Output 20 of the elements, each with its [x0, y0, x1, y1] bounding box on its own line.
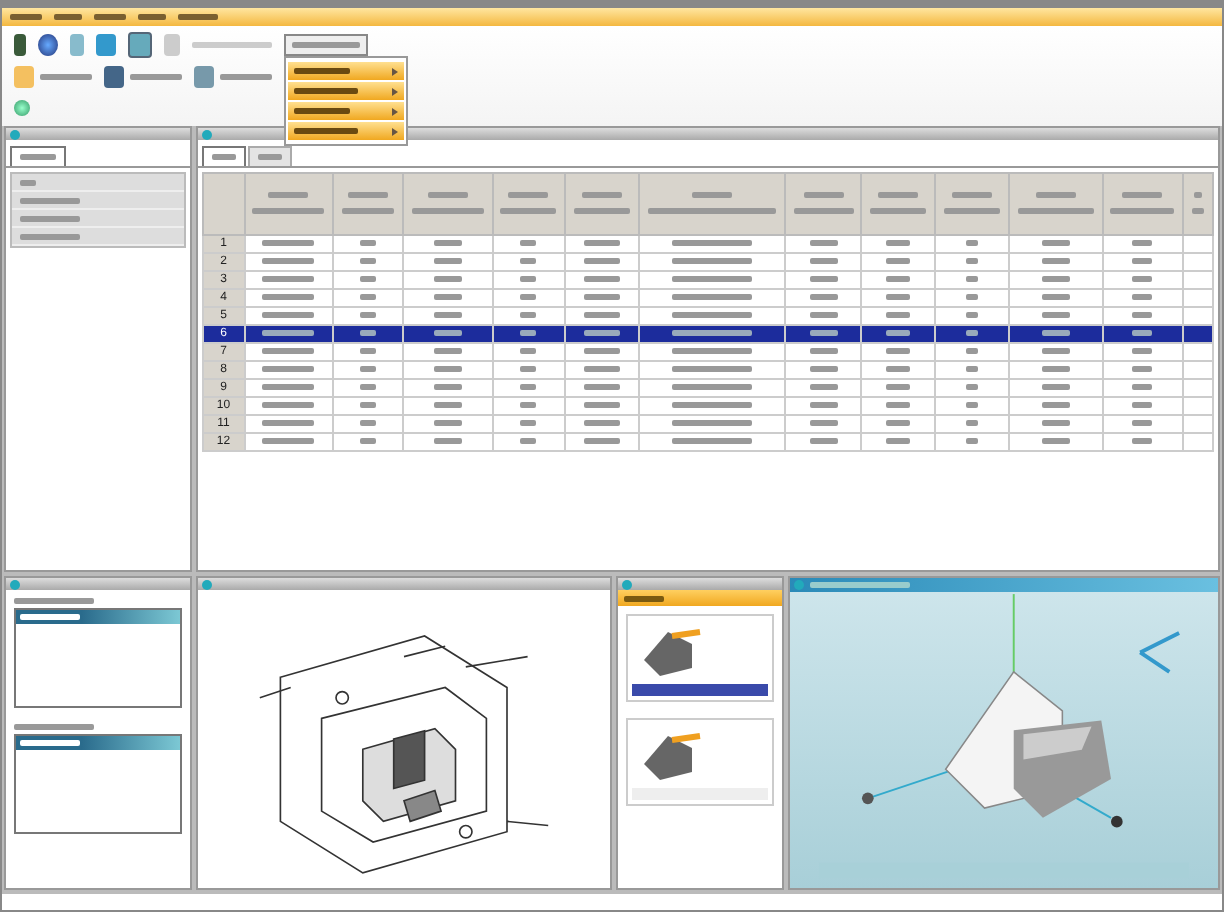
menu-item[interactable] [288, 82, 404, 100]
tab[interactable] [248, 146, 292, 166]
caret-icon [392, 67, 398, 75]
part-thumbnail[interactable] [626, 614, 774, 702]
toolbar-button[interactable] [194, 65, 272, 88]
toolbar-button[interactable] [104, 65, 182, 88]
menu-item[interactable] [288, 122, 404, 140]
tab[interactable] [10, 146, 66, 166]
list-item[interactable] [16, 736, 180, 750]
menu-item[interactable] [288, 102, 404, 120]
menu-item[interactable] [288, 62, 404, 80]
part-thumbnail[interactable] [626, 718, 774, 806]
caret-icon [392, 127, 398, 135]
caret-icon [392, 87, 398, 95]
tab[interactable] [202, 146, 246, 166]
list-item[interactable] [16, 610, 180, 624]
dropdown[interactable] [284, 34, 368, 56]
toolbar-button[interactable] [14, 65, 92, 88]
blurred-text [192, 42, 272, 48]
caret-icon [392, 107, 398, 115]
